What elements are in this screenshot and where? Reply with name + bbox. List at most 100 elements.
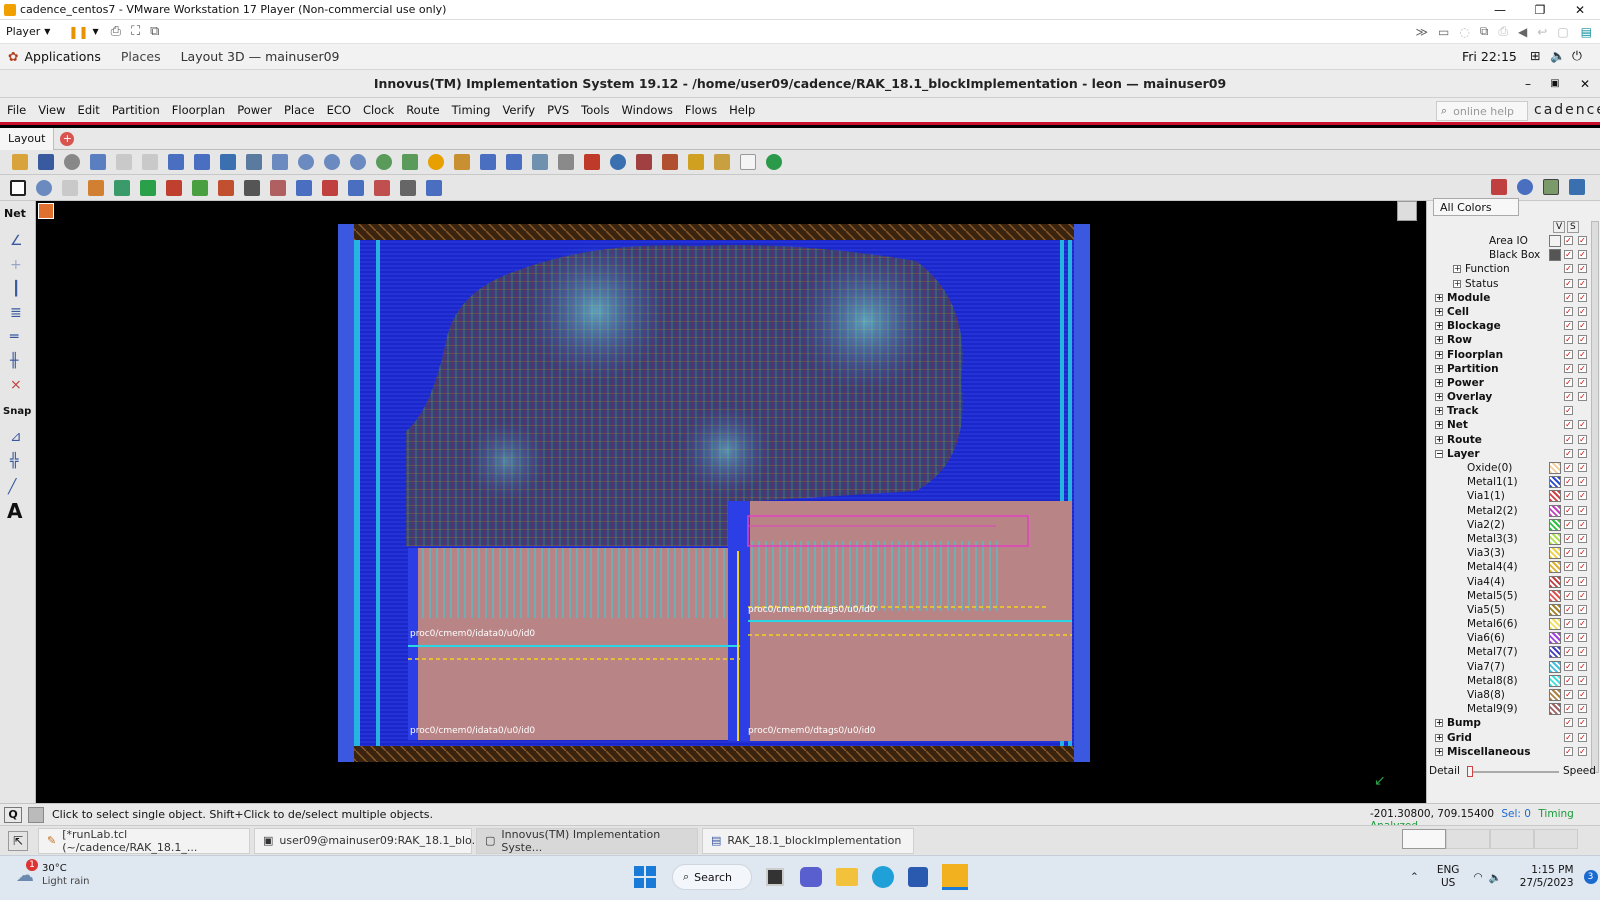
visible-checkbox[interactable]: ✓ <box>1564 732 1573 742</box>
selectable-checkbox[interactable]: ✓ <box>1578 505 1587 515</box>
layer-color-swatch[interactable] <box>1549 575 1561 588</box>
task-item-active[interactable]: ▢ Innovus(TM) Implementation Syste... <box>476 827 698 854</box>
layer-color-swatch[interactable] <box>1549 618 1561 631</box>
ruler-icon[interactable] <box>636 154 652 170</box>
expand-icon[interactable]: + <box>1435 747 1443 756</box>
menu-windows[interactable]: Windows <box>622 103 673 117</box>
layout-canvas[interactable]: proc0/cmem0/idata0/u0/id0 proc0/cmem0/dt… <box>36 201 1410 803</box>
clock[interactable]: 1:15 PM 27/5/2023 <box>1520 864 1574 890</box>
color-palette-icon[interactable] <box>1569 179 1585 195</box>
tree-item-layer[interactable]: Metal2(2) ✓ ✓ <box>1431 504 1599 518</box>
visible-checkbox[interactable]: ✓ <box>1564 505 1573 515</box>
menu-place[interactable]: Place <box>284 103 315 117</box>
selectable-checkbox[interactable]: ✓ <box>1578 306 1587 316</box>
tab-layout[interactable]: Layout <box>0 127 55 150</box>
menu-floorplan[interactable]: Floorplan <box>172 103 225 117</box>
visible-checkbox[interactable]: ✓ <box>1564 236 1573 245</box>
zoom-in-icon[interactable] <box>298 154 314 170</box>
visible-checkbox[interactable]: ✓ <box>1564 619 1573 629</box>
selectable-checkbox[interactable]: ✓ <box>1578 434 1587 444</box>
blockage-icon[interactable] <box>270 179 286 196</box>
tree-scrollbar[interactable] <box>1591 221 1599 773</box>
text-tool-icon[interactable]: A <box>7 499 22 523</box>
store-icon[interactable] <box>908 867 928 887</box>
selectable-checkbox[interactable]: ✓ <box>1578 448 1587 458</box>
visible-checkbox[interactable]: ✓ <box>1564 306 1573 316</box>
snap-icon[interactable] <box>220 154 236 170</box>
wire-edit-icon[interactable] <box>374 179 390 196</box>
selectable-checkbox[interactable]: ✓ <box>1578 491 1587 501</box>
tree-category-net[interactable]: + Net ✓ ✓ <box>1431 418 1599 432</box>
visible-checkbox[interactable]: ✓ <box>1564 434 1573 444</box>
tree-item-layer[interactable]: Metal4(4) ✓ ✓ <box>1431 560 1599 574</box>
zoom-out-icon[interactable] <box>324 154 340 170</box>
selectable-checkbox[interactable]: ✓ <box>1578 590 1587 600</box>
visible-checkbox[interactable]: ✓ <box>1564 491 1573 501</box>
visible-checkbox[interactable]: ✓ <box>1564 250 1573 260</box>
macro-label[interactable]: proc0/cmem0/dtags0/u0/id0 <box>748 605 876 615</box>
menu-file[interactable]: File <box>7 103 26 117</box>
selectable-checkbox[interactable]: ✓ <box>1578 519 1587 529</box>
sound-icon[interactable]: ◀ <box>1518 25 1527 39</box>
visible-checkbox[interactable]: ✓ <box>1564 533 1573 543</box>
expand-icon[interactable]: + <box>1435 407 1443 416</box>
selectable-checkbox[interactable]: ✓ <box>1578 349 1587 359</box>
layer-color-swatch[interactable] <box>1549 561 1561 574</box>
net-label[interactable]: Net <box>4 207 26 220</box>
save-as-icon[interactable] <box>90 154 106 170</box>
redo-icon[interactable] <box>142 154 158 170</box>
language-indicator[interactable]: ENG US <box>1437 864 1460 890</box>
tree-category-overlay[interactable]: + Overlay ✓ ✓ <box>1431 390 1599 404</box>
slider-handle[interactable] <box>1467 766 1473 777</box>
menu-edit[interactable]: Edit <box>78 103 100 117</box>
vmware-icon[interactable] <box>942 864 968 890</box>
workspace-4[interactable] <box>1534 829 1578 849</box>
printer-icon[interactable]: ⎙ <box>1498 24 1508 39</box>
task-item[interactable]: ✎ [*runLab.tcl (~/cadence/RAK_18.1_... <box>38 827 250 854</box>
layer-color-swatch[interactable] <box>1549 462 1561 474</box>
color-swatch[interactable] <box>1549 235 1561 247</box>
selectable-checkbox[interactable]: ✓ <box>1578 278 1587 288</box>
copy-icon[interactable] <box>62 179 78 196</box>
visible-checkbox[interactable]: ✓ <box>1564 718 1573 728</box>
place-icon[interactable] <box>140 179 156 196</box>
cursor-icon[interactable] <box>400 179 416 196</box>
close-button[interactable]: ✕ <box>1560 0 1600 20</box>
expand-icon[interactable]: + <box>1435 293 1443 302</box>
menu-tools[interactable]: Tools <box>581 103 609 117</box>
tree-item-status[interactable]: + Status ✓ ✓ <box>1431 277 1599 291</box>
tree-category-floorplan[interactable]: + Floorplan ✓ ✓ <box>1431 348 1599 362</box>
select-icon[interactable] <box>168 154 184 170</box>
visible-checkbox[interactable]: ✓ <box>1564 604 1573 614</box>
delete-wire-icon[interactable]: ⨯ <box>10 377 22 393</box>
snap-icon[interactable]: ⊿ <box>10 429 22 445</box>
select-mode-icon[interactable] <box>10 179 26 196</box>
selectable-checkbox[interactable]: ✓ <box>1578 718 1587 728</box>
visible-checkbox[interactable]: ✓ <box>1564 406 1573 416</box>
tree-item-layer[interactable]: Via3(3) ✓ ✓ <box>1431 546 1599 560</box>
chat-icon[interactable] <box>800 867 822 887</box>
query-button[interactable]: Q <box>4 806 22 823</box>
tree-item-layer[interactable]: Metal9(9) ✓ ✓ <box>1431 702 1599 716</box>
globe-icon[interactable] <box>766 154 782 170</box>
zoom-area-icon[interactable] <box>350 154 366 170</box>
via-icon[interactable]: ╫ <box>10 353 18 369</box>
layer-color-swatch[interactable] <box>1549 646 1561 659</box>
menu-pvs[interactable]: PVS <box>547 103 569 117</box>
expand-icon[interactable]: + <box>1435 322 1443 331</box>
collapse-icon[interactable]: − <box>1435 449 1443 458</box>
hierarchy-down-icon[interactable] <box>480 154 496 170</box>
expand-icon[interactable]: + <box>1435 336 1443 345</box>
menu-clock[interactable]: Clock <box>363 103 394 117</box>
workspace-3[interactable] <box>1490 829 1534 849</box>
selectable-checkbox[interactable]: ✓ <box>1578 746 1587 756</box>
network-icon[interactable]: ⊞ <box>1530 48 1540 63</box>
timing-icon[interactable] <box>688 154 704 170</box>
panel-toggle-icon[interactable] <box>1543 179 1559 195</box>
layer-color-swatch[interactable] <box>1549 589 1561 602</box>
tree-item-layer[interactable]: Metal8(8) ✓ ✓ <box>1431 674 1599 688</box>
add-tab-icon[interactable]: + <box>60 131 75 146</box>
expand-icon[interactable]: + <box>1435 378 1443 387</box>
expand-icon[interactable]: + <box>1435 307 1443 316</box>
visible-checkbox[interactable]: ✓ <box>1564 349 1573 359</box>
